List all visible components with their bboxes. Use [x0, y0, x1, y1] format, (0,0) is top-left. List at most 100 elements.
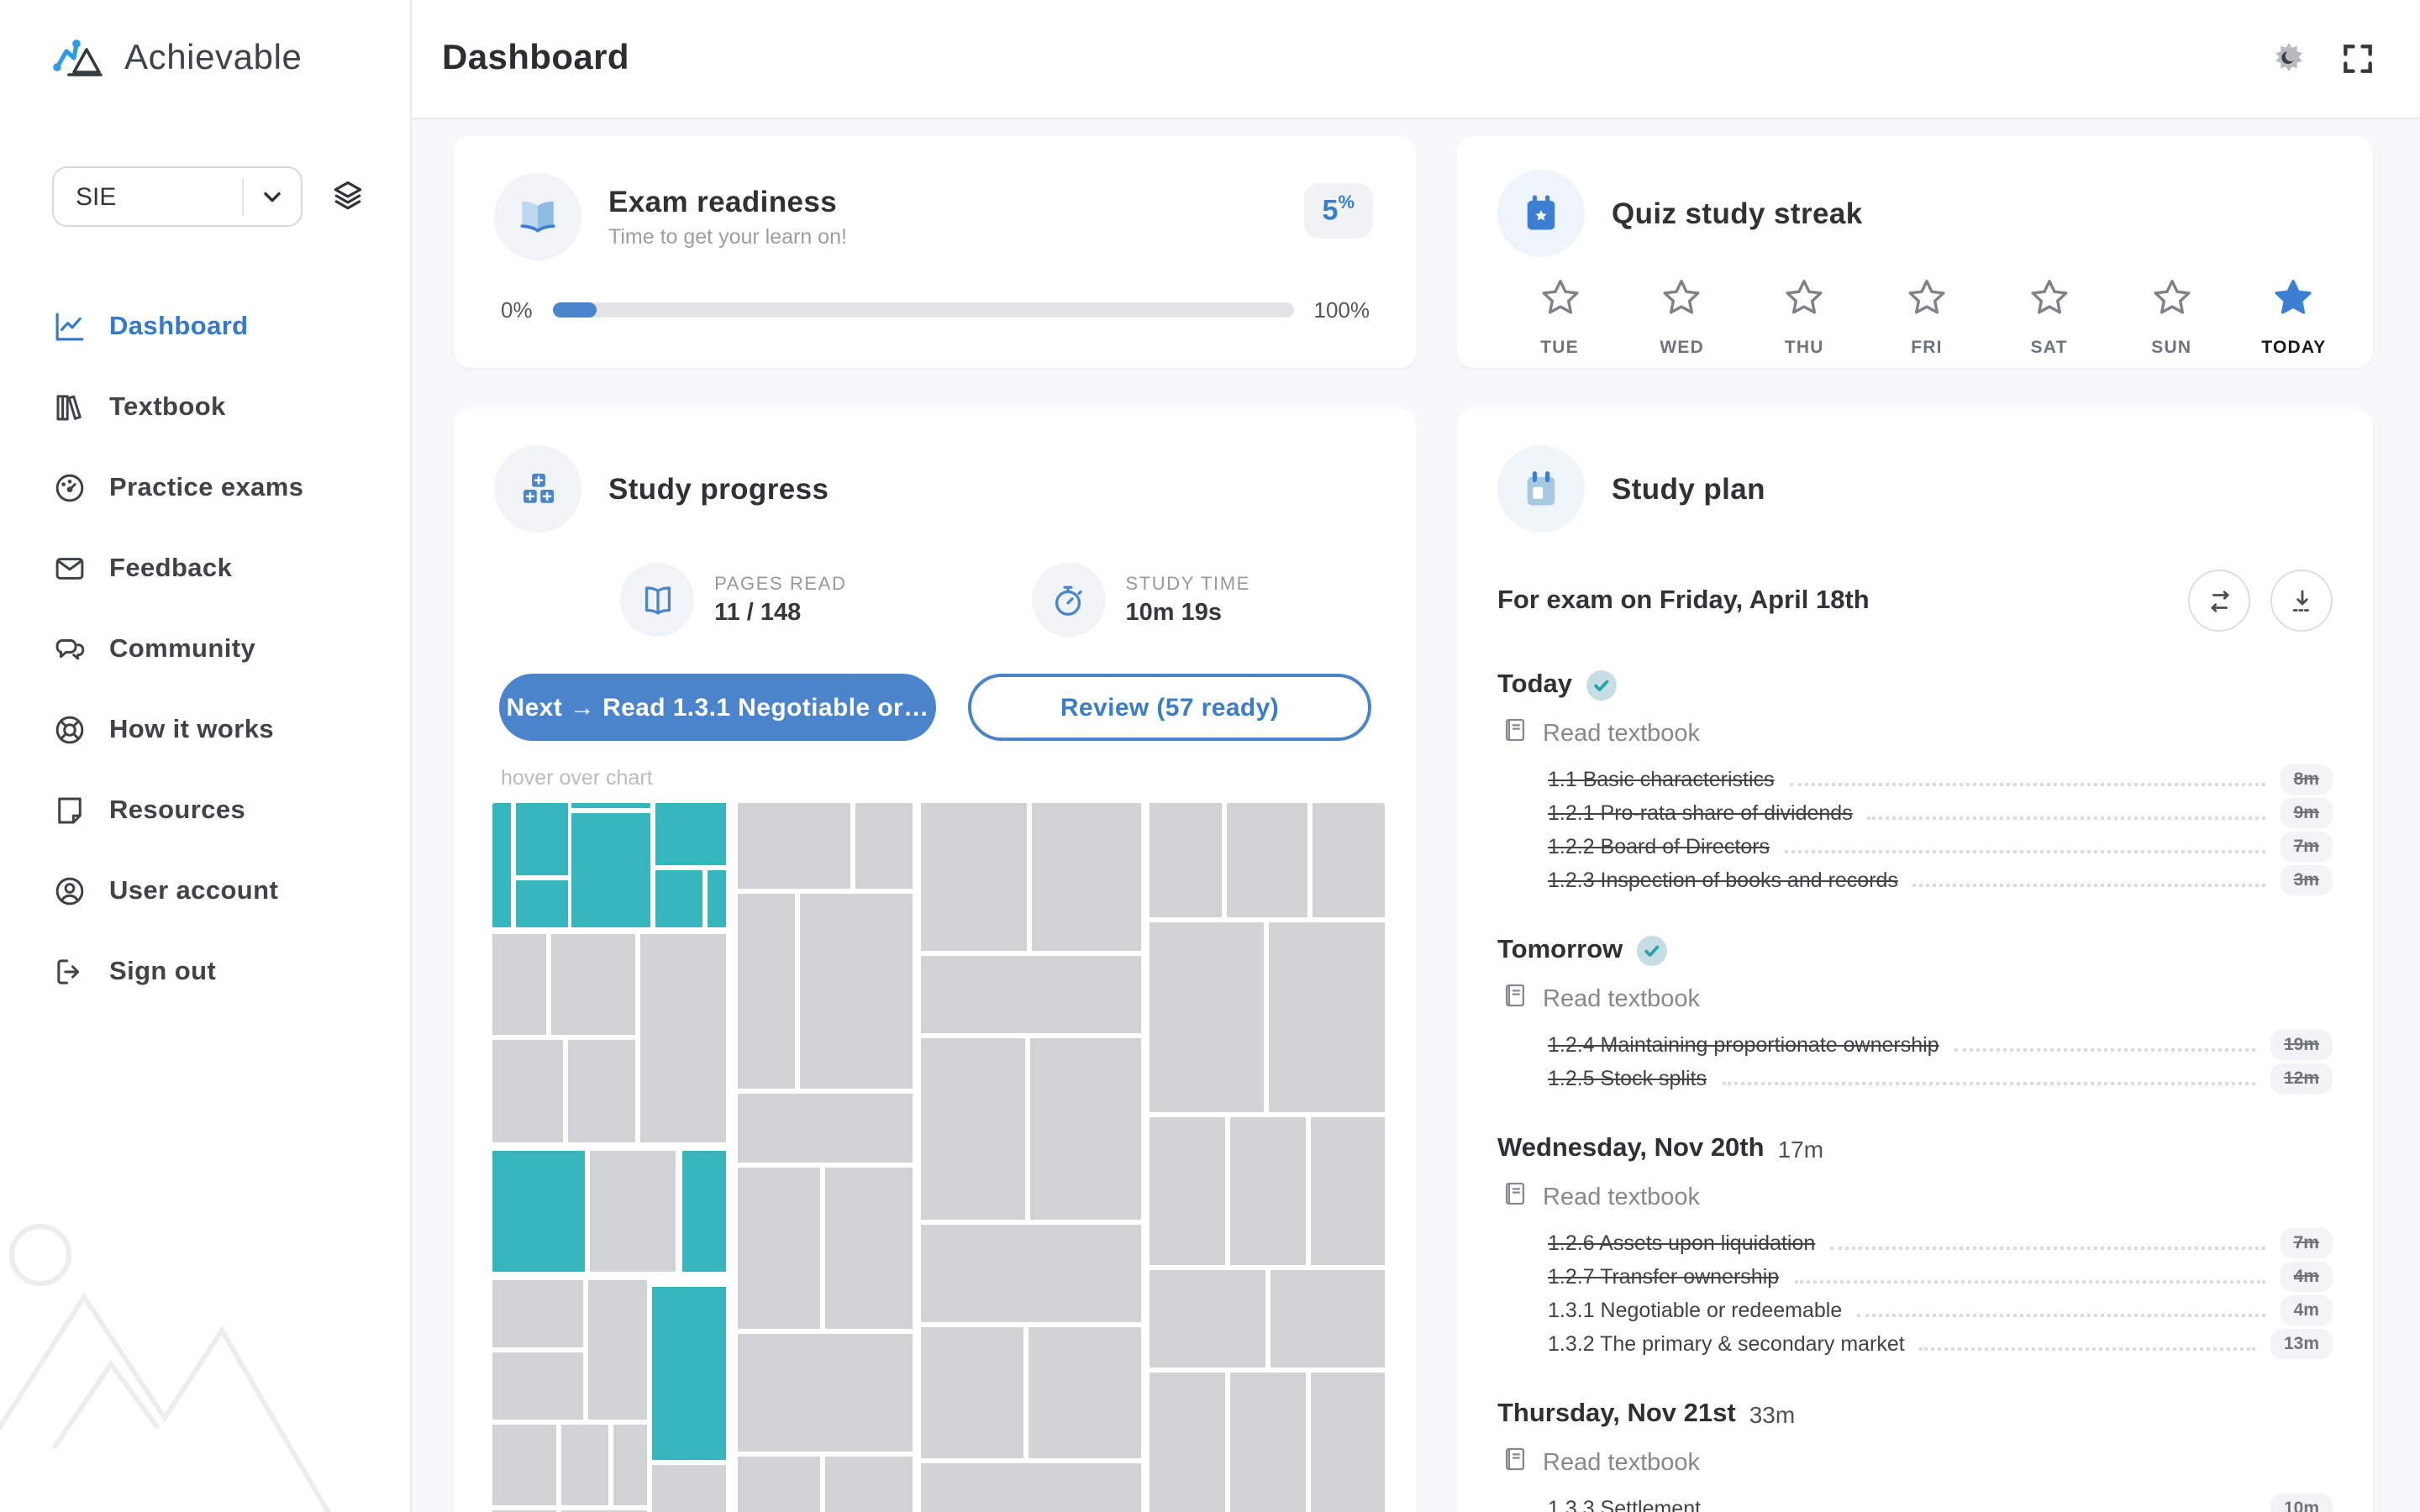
star-filled-icon [2271, 276, 2317, 329]
treemap-cell[interactable] [491, 1278, 585, 1349]
treemap-cell[interactable] [1309, 1371, 1386, 1512]
treemap-cell[interactable] [560, 1509, 649, 1512]
treemap-cell[interactable] [560, 1423, 610, 1507]
treemap-cell[interactable] [919, 801, 1028, 953]
treemap-cell[interactable] [491, 1509, 558, 1512]
treemap-cell[interactable] [654, 869, 704, 929]
treemap-cell[interactable] [1148, 801, 1223, 919]
treemap-cell[interactable] [798, 892, 914, 1090]
treemap-cell[interactable] [1228, 1116, 1307, 1267]
treemap-cell[interactable] [681, 1149, 728, 1273]
treemap-cell[interactable] [588, 1149, 677, 1273]
treemap-cell[interactable] [650, 1285, 728, 1462]
plan-activity-label: Read textbook [1543, 1184, 1701, 1211]
treemap-cell[interactable] [1309, 1116, 1386, 1267]
treemap-cell[interactable] [736, 1092, 914, 1164]
sidebar-item-practice-exams[interactable]: Practice exams [52, 470, 410, 506]
treemap-cell[interactable] [1267, 921, 1386, 1114]
sidebar-item-sign-out[interactable]: Sign out [52, 954, 410, 990]
treemap-cell[interactable] [550, 932, 637, 1037]
page-title: Dashboard [442, 39, 629, 77]
treemap-cell[interactable] [491, 1351, 585, 1421]
card-title: Study progress [608, 471, 829, 505]
download-icon[interactable] [2270, 570, 2333, 632]
dotted-leader [1785, 850, 2265, 853]
swap-icon[interactable] [2188, 570, 2250, 632]
star-outline-icon [2027, 276, 2072, 329]
treemap-cell[interactable] [1148, 921, 1265, 1114]
treemap-cell[interactable] [654, 801, 728, 867]
sidebar-item-how-it-works[interactable]: How it works [52, 712, 410, 748]
fullscreen-icon[interactable] [2336, 37, 2380, 81]
plan-item-label: 1.3.1 Negotiable or redeemable [1548, 1299, 1843, 1322]
treemap-cell[interactable] [1028, 1037, 1143, 1221]
main-content: Exam readiness Time to get your learn on… [413, 119, 2420, 1512]
treemap-cell[interactable] [823, 1166, 914, 1331]
next-read-button[interactable]: Next → Read 1.3.1 Negotiable or… [499, 674, 936, 741]
treemap-cell[interactable] [1148, 1268, 1267, 1369]
treemap-cell[interactable] [736, 892, 797, 1090]
plan-section-head: Today [1497, 670, 2333, 701]
dark-mode-icon[interactable] [2267, 37, 2311, 81]
sidebar-item-label: Sign out [109, 957, 217, 985]
sidebar-item-textbook[interactable]: Textbook [52, 390, 410, 425]
treemap-cell[interactable] [1269, 1268, 1386, 1369]
treemap-cell[interactable] [639, 932, 728, 1144]
sidebar-item-dashboard[interactable]: Dashboard [52, 309, 410, 344]
sidebar-item-label: User account [109, 876, 279, 905]
treemap-cell[interactable] [919, 1037, 1027, 1221]
treemap-cell[interactable] [919, 954, 1143, 1035]
treemap-cell[interactable] [736, 801, 852, 890]
plan-item-label: 1.3.2 The primary & secondary market [1548, 1332, 1905, 1356]
treemap-cell[interactable] [491, 932, 548, 1037]
streak-day-label: TUE [1540, 338, 1579, 358]
plan-activity-label: Read textbook [1543, 1450, 1701, 1477]
treemap-cell[interactable] [570, 811, 652, 929]
treemap-cell[interactable] [1148, 1116, 1227, 1267]
treemap-cell[interactable] [514, 801, 570, 877]
review-button[interactable]: Review (57 ready) [968, 674, 1371, 741]
treemap-cell[interactable] [854, 801, 914, 890]
treemap-cell[interactable] [587, 1278, 649, 1421]
logo[interactable]: Achievable [0, 0, 410, 118]
dotted-leader [1789, 783, 2265, 786]
treemap-cell[interactable] [491, 1149, 587, 1273]
treemap-cell[interactable] [1225, 801, 1309, 919]
treemap-cell[interactable] [1030, 801, 1143, 953]
treemap-cell[interactable] [736, 1455, 822, 1512]
sign-out-icon [52, 954, 87, 990]
treemap-cell[interactable] [491, 1423, 558, 1507]
treemap-cell[interactable] [1148, 1371, 1227, 1512]
treemap-cell[interactable] [919, 1223, 1143, 1324]
treemap-cell[interactable] [919, 1462, 1143, 1512]
sidebar-item-resources[interactable]: Resources [52, 793, 410, 828]
sidebar-item-user-account[interactable]: User account [52, 874, 410, 909]
treemap-cell[interactable] [736, 1332, 914, 1453]
treemap-cell[interactable] [570, 801, 652, 810]
treemap-cell[interactable] [650, 1463, 728, 1512]
course-select-value: SIE [76, 182, 117, 211]
star-outline-icon [1537, 276, 1582, 329]
exam-readiness-card: Exam readiness Time to get your learn on… [454, 136, 1417, 368]
treemap-cell[interactable] [1228, 1371, 1307, 1512]
treemap-cell[interactable] [491, 801, 513, 929]
treemap-cell[interactable] [491, 1038, 565, 1144]
streak-day-sat: SAT [2007, 276, 2091, 358]
plan-day-minutes: 17m [1777, 1136, 1824, 1163]
treemap-cell[interactable] [919, 1326, 1025, 1460]
treemap-cell[interactable] [1027, 1326, 1143, 1460]
treemap-cell[interactable] [736, 1166, 822, 1331]
dotted-leader [1857, 1314, 2265, 1317]
course-select[interactable]: SIE [52, 166, 302, 227]
treemap-cell[interactable] [566, 1038, 637, 1144]
sidebar-item-feedback[interactable]: Feedback [52, 551, 410, 586]
sidebar-item-community[interactable]: Community [52, 632, 410, 667]
treemap-cell[interactable] [706, 869, 728, 929]
plan-item-time: 4m [2280, 1295, 2333, 1326]
treemap-cell[interactable] [612, 1423, 649, 1507]
treemap-cell[interactable] [514, 879, 570, 929]
treemap-cell[interactable] [823, 1455, 914, 1512]
layers-icon[interactable] [326, 175, 370, 218]
plan-item: 1.2.2 Board of Directors 7m [1497, 830, 2333, 864]
treemap-cell[interactable] [1311, 801, 1386, 919]
